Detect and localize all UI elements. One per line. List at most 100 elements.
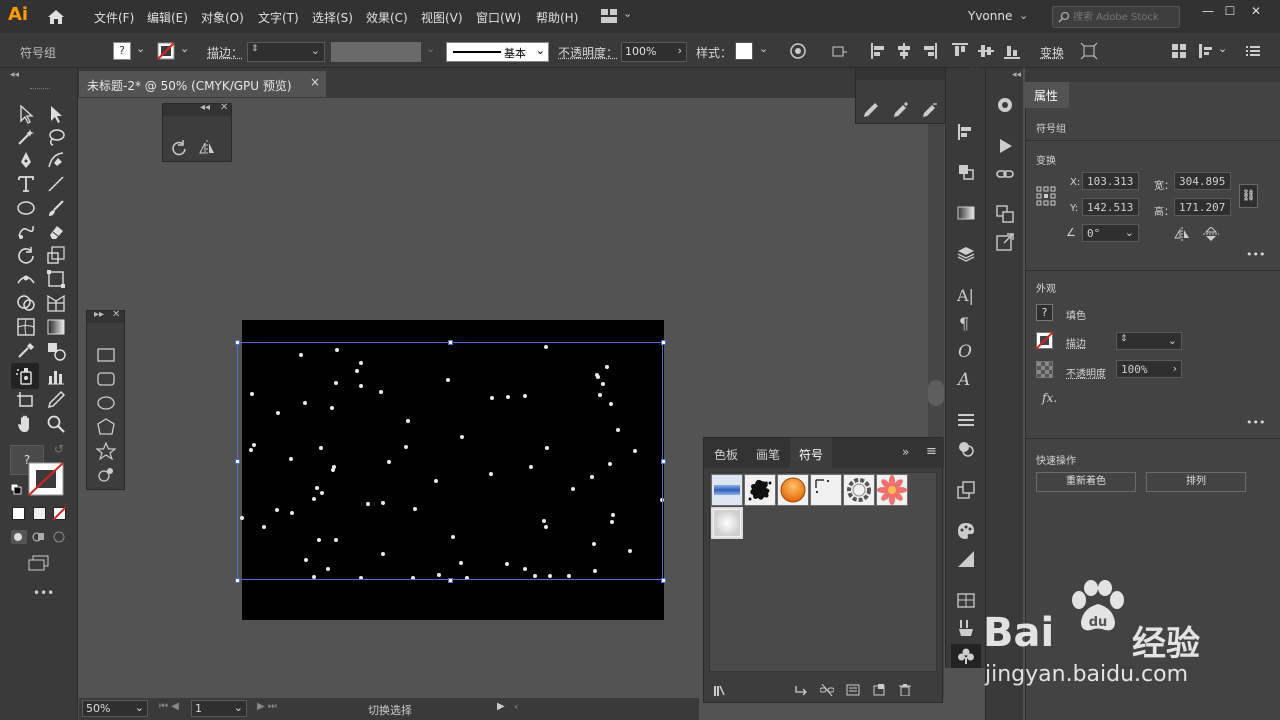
width-tool-icon[interactable] <box>16 269 36 289</box>
layers-panel-icon[interactable] <box>957 245 975 263</box>
export-panel-icon[interactable] <box>996 233 1014 251</box>
draw-behind-icon[interactable] <box>31 530 47 544</box>
perspective-grid-tool-icon[interactable] <box>46 293 66 313</box>
opacity-value[interactable]: 100% <box>1121 363 1148 376</box>
align-panel-icon[interactable] <box>957 123 975 141</box>
resize-handle[interactable] <box>235 459 240 464</box>
resize-handle[interactable] <box>661 578 666 583</box>
chevron-down-icon[interactable]: ⌄ <box>135 701 144 714</box>
variable-width-profile[interactable] <box>331 42 421 62</box>
glyphs-panel-icon[interactable]: A <box>958 370 970 390</box>
zoom-value[interactable]: 50% <box>86 702 110 715</box>
delete-symbol-icon[interactable] <box>898 684 912 696</box>
none-mode-icon[interactable] <box>53 507 66 520</box>
menu-help[interactable]: 帮助(H) <box>536 9 578 26</box>
chevron-down-icon[interactable]: ⌄ <box>311 44 320 57</box>
polygon-tool-icon[interactable] <box>96 418 116 436</box>
menu-effect[interactable]: 效果(C) <box>366 9 408 26</box>
effects-button[interactable]: fx. <box>1042 391 1057 405</box>
graphic-style-swatch[interactable] <box>735 42 753 60</box>
zoom-field[interactable]: 50% ⌄ <box>82 700 148 717</box>
last-page-icon[interactable]: ▶ ⏭ <box>257 701 277 712</box>
draw-normal-icon[interactable] <box>11 530 27 544</box>
align-middle-icon[interactable] <box>977 42 995 60</box>
resize-handle[interactable] <box>235 340 240 345</box>
appearance-panel-icon[interactable] <box>957 440 975 458</box>
free-transform-tool-icon[interactable] <box>46 269 66 289</box>
panel-header[interactable]: ◂◂ ✕ <box>163 104 231 116</box>
close-tab-icon[interactable]: × <box>310 75 320 89</box>
menu-type[interactable]: 文字(T) <box>258 9 299 26</box>
resize-handle[interactable] <box>448 340 453 345</box>
page-field[interactable]: 1 ⌄ <box>191 700 247 717</box>
menu-select[interactable]: 选择(S) <box>312 9 353 26</box>
transparency-panel-icon[interactable] <box>957 204 975 222</box>
resize-handle[interactable] <box>235 578 240 583</box>
screen-mode-icon[interactable] <box>28 555 50 571</box>
column-graph-tool-icon[interactable] <box>46 366 66 386</box>
panel-header[interactable]: ▸▸ ✕ <box>87 311 124 323</box>
collapse-icon[interactable]: ◂◂ <box>1012 70 1021 80</box>
chevron-down-icon[interactable]: ⌄ <box>1168 334 1177 347</box>
ellipse-tool-icon[interactable] <box>16 198 36 218</box>
flare-tool-icon[interactable] <box>96 466 116 484</box>
selection-tool-icon[interactable] <box>16 104 36 124</box>
chevron-down-icon[interactable]: ⌄ <box>234 701 243 714</box>
hand-tool-icon[interactable] <box>16 414 36 434</box>
workspace-switcher-icon[interactable] <box>601 9 617 23</box>
align-left-icon[interactable] <box>870 42 888 60</box>
chevron-down-icon[interactable]: ⌄ <box>136 42 145 55</box>
stroke-color-swatch[interactable] <box>28 462 64 496</box>
tab-swatches[interactable]: 色板 <box>714 446 738 463</box>
stroke-weight-field[interactable]: ⇕ ⌄ <box>1116 332 1182 350</box>
transform-label[interactable]: 变换 <box>1040 44 1064 61</box>
artboard-tool-icon[interactable] <box>16 390 36 410</box>
align-center-icon[interactable] <box>895 42 913 60</box>
line-segment-tool-icon[interactable] <box>46 174 66 194</box>
pen-tool-icon[interactable] <box>862 101 880 119</box>
menu-view[interactable]: 视图(V) <box>421 9 463 26</box>
delete-anchor-point-icon[interactable] <box>921 101 939 119</box>
scrollbar-thumb[interactable] <box>928 380 944 406</box>
page-value[interactable]: 1 <box>195 702 202 715</box>
isolate-group-icon[interactable] <box>1080 42 1098 60</box>
angle-value[interactable]: 0° <box>1087 227 1100 240</box>
paintbrush-tool-icon[interactable] <box>46 198 66 218</box>
pen-tool-icon[interactable] <box>16 150 36 170</box>
gradient-panel-icon[interactable] <box>957 550 975 568</box>
symbol-flower[interactable] <box>876 474 908 506</box>
opacity-label[interactable]: 不透明度 <box>1066 365 1106 380</box>
angle-field[interactable]: 0° ⌄ <box>1082 224 1139 242</box>
stock-search[interactable] <box>1052 6 1180 28</box>
expand-icon[interactable]: » <box>902 445 909 459</box>
recolor-artwork-icon[interactable] <box>789 42 807 60</box>
add-anchor-point-icon[interactable] <box>892 101 910 119</box>
stepper-icon[interactable]: ⇕ <box>1120 334 1128 344</box>
links-panel-icon[interactable] <box>996 165 1014 183</box>
stroke-none-icon[interactable] <box>157 42 175 60</box>
chevron-down-icon[interactable]: ⌄ <box>759 42 768 55</box>
symbols-panel-icon[interactable] <box>957 647 975 665</box>
fill-swatch[interactable]: ? <box>1036 304 1053 321</box>
rotate-tool-icon[interactable] <box>16 245 36 265</box>
opacity-icon[interactable] <box>1036 361 1053 378</box>
gradient-tool-icon[interactable] <box>46 317 66 337</box>
opacity-label[interactable]: 不透明度： <box>558 44 618 61</box>
new-symbol-icon[interactable] <box>872 684 886 696</box>
character-panel-icon[interactable]: A| <box>957 286 974 305</box>
symbol-libraries-menu-icon[interactable] <box>714 684 728 696</box>
height-field[interactable]: 171.207 <box>1174 198 1231 216</box>
break-link-icon[interactable] <box>820 684 834 696</box>
symbol-glow-dot[interactable] <box>711 507 743 539</box>
expand-icon[interactable]: ▸▸ <box>94 309 104 320</box>
align-bottom-icon[interactable] <box>1003 42 1021 60</box>
symbol-blue-bar[interactable] <box>711 474 743 506</box>
stroke-label[interactable]: 描边： <box>207 44 243 61</box>
chevron-right-icon[interactable]: › <box>1173 362 1177 375</box>
stroke-weight-field[interactable]: ⇕ ⌄ <box>247 42 325 62</box>
symbol-splash[interactable] <box>744 474 776 506</box>
panel-menu-icon[interactable] <box>1244 42 1262 60</box>
chevron-down-icon[interactable]: ⌄ <box>1218 42 1227 55</box>
magic-wand-tool-icon[interactable] <box>16 127 36 147</box>
chevron-down-icon[interactable]: ⌄ <box>1019 9 1028 22</box>
